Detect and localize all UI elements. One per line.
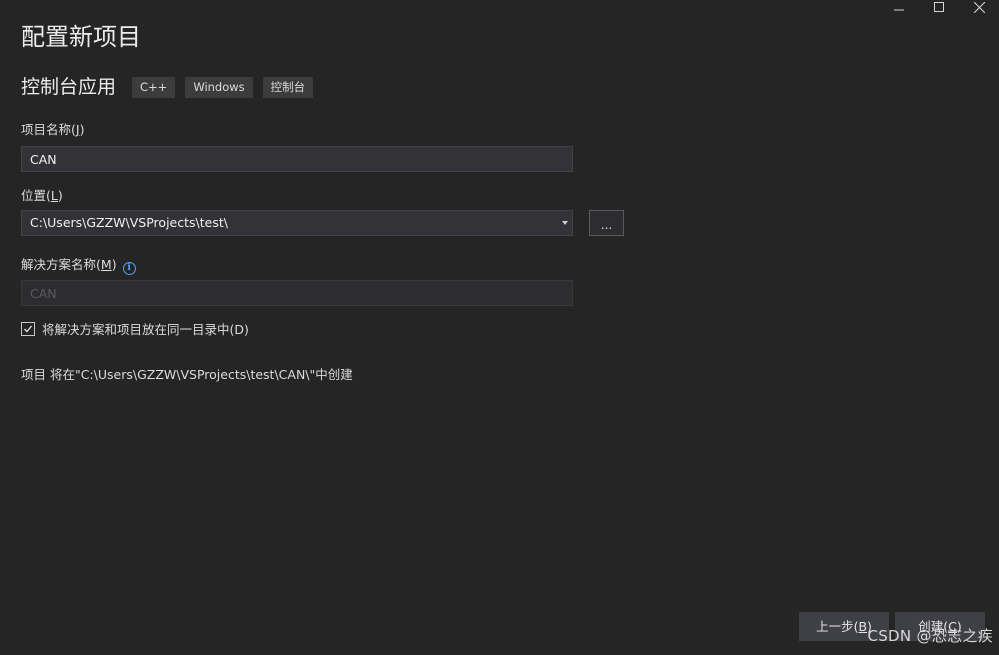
watermark: CSDN @恐志之疾 — [867, 627, 993, 645]
info-icon[interactable]: i — [122, 262, 136, 275]
project-name-input[interactable] — [21, 146, 573, 172]
browse-button[interactable]: ... — [589, 210, 624, 236]
minimize-button[interactable] — [879, 0, 919, 14]
close-button[interactable] — [959, 0, 999, 14]
maximize-icon — [934, 2, 944, 12]
location-combobox[interactable]: C:\Users\GZZW\VSProjects\test\ — [21, 210, 573, 236]
close-icon — [973, 1, 985, 13]
same-directory-label: 将解决方案和项目放在同一目录中(D) — [42, 322, 249, 337]
maximize-button[interactable] — [919, 0, 959, 14]
project-name-label: 项目名称(J) — [21, 122, 85, 137]
template-name: 控制台应用 — [21, 76, 117, 98]
creation-path-note: 项目 将在"C:\Users\GZZW\VSProjects\test\CAN\… — [21, 367, 353, 382]
location-value: C:\Users\GZZW\VSProjects\test\ — [30, 215, 228, 230]
page-title: 配置新项目 — [21, 23, 141, 51]
same-directory-checkbox[interactable] — [21, 321, 35, 336]
same-directory-option[interactable]: 将解决方案和项目放在同一目录中(D) — [21, 319, 249, 338]
template-header: 控制台应用 C++ Windows 控制台 — [21, 74, 323, 100]
chevron-down-icon[interactable] — [562, 221, 568, 225]
tag-project-type: 控制台 — [262, 76, 314, 98]
tag-platform: Windows — [185, 76, 253, 98]
tag-language: C++ — [132, 76, 176, 98]
minimize-icon — [894, 9, 904, 11]
solution-name-label: 解决方案名称(M) i — [21, 254, 136, 275]
window-controls — [879, 0, 999, 14]
location-label: 位置(L) — [21, 188, 63, 203]
checkmark-icon — [24, 325, 33, 332]
solution-name-input — [21, 280, 573, 306]
